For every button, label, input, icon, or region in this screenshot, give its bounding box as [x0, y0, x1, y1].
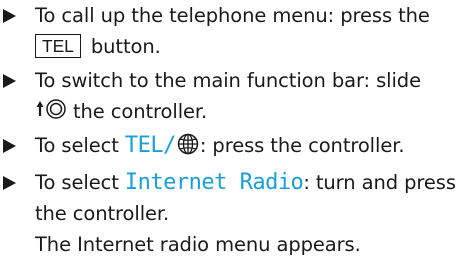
step-select-internet-radio: To select Internet Radio: turn and press… [0, 167, 466, 260]
step-main-function-bar: To switch to the main function bar: slid… [0, 65, 466, 127]
step-call-telephone-menu: To call up the telephone menu: press the… [0, 0, 466, 62]
step-text-line2: the controller. [35, 202, 170, 225]
tel-key-icon: TEL [35, 34, 81, 58]
slide-up-controller-icon [35, 96, 67, 120]
step-text: To select [35, 171, 125, 194]
triangle-bullet-icon [3, 9, 16, 23]
triangle-bullet-icon [3, 139, 16, 153]
triangle-bullet-icon [3, 176, 16, 190]
tel-menu-label: TEL/ [124, 133, 176, 158]
triangle-bullet-icon [3, 74, 16, 88]
step-text-end: : press the controller. [199, 134, 405, 157]
step-text: To call up the telephone menu: press the [35, 4, 430, 27]
step-text-end: : turn and press [303, 171, 456, 194]
internet-radio-label: Internet Radio [124, 170, 304, 195]
instruction-list: To call up the telephone menu: press the… [0, 0, 466, 263]
step-text: To switch to the main function bar: slid… [35, 69, 421, 92]
step-result: The Internet radio menu appears. [35, 233, 361, 256]
step-text-end: button. [84, 35, 161, 58]
globe-icon [177, 133, 199, 164]
step-select-tel: To select TEL/ : press the controller. [0, 130, 466, 164]
step-text-end: the controller. [73, 100, 208, 123]
step-text: To select [35, 134, 125, 157]
